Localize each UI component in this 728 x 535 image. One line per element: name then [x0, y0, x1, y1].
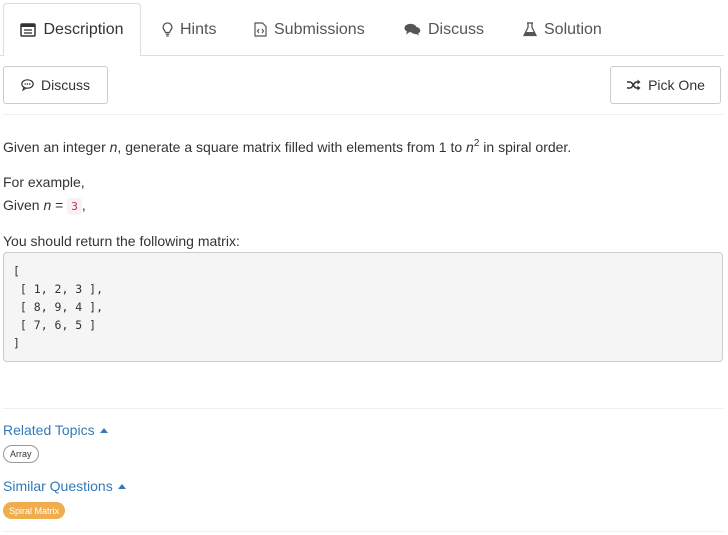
code-file-icon: [254, 22, 267, 37]
pick-one-label: Pick One: [648, 77, 705, 93]
pick-one-button[interactable]: Pick One: [610, 66, 721, 104]
divider: [3, 114, 723, 115]
lightbulb-icon: [162, 22, 173, 37]
discuss-button[interactable]: Discuss: [3, 66, 108, 104]
tab-description[interactable]: Description: [3, 3, 141, 57]
related-topics-toggle[interactable]: Related Topics: [3, 422, 108, 438]
tab-label: Discuss: [428, 20, 485, 38]
caret-up-icon: [117, 483, 126, 489]
caret-up-icon: [99, 427, 108, 433]
similar-questions-toggle[interactable]: Similar Questions: [3, 478, 126, 494]
similar-question-tag[interactable]: Spiral Matrix: [3, 502, 66, 519]
comments-icon: [404, 23, 421, 36]
tab-label: Submissions: [274, 20, 365, 38]
problem-tabs: Description Hints Submissions Discuss So…: [0, 0, 724, 57]
document-icon: [20, 23, 37, 37]
problem-statement: Given an integer n, generate a square ma…: [3, 138, 572, 156]
tab-solution[interactable]: Solution: [523, 3, 602, 56]
example-label: For example,: [3, 174, 85, 190]
tab-label: Hints: [180, 20, 217, 38]
tab-hints[interactable]: Hints: [162, 3, 216, 56]
example-output-label: You should return the following matrix:: [3, 233, 240, 249]
topic-tag-array[interactable]: Array: [3, 445, 39, 463]
tab-label: Solution: [544, 20, 602, 38]
inline-code: 3: [67, 198, 82, 215]
tab-label: Description: [43, 21, 124, 38]
divider: [3, 408, 723, 409]
shuffle-icon: [626, 79, 641, 91]
flask-icon: [523, 22, 537, 37]
discuss-button-label: Discuss: [40, 77, 90, 93]
tab-submissions[interactable]: Submissions: [254, 3, 365, 56]
divider: [3, 531, 723, 532]
comment-icon: [21, 79, 34, 91]
example-output-code: [ [ 1, 2, 3 ], [ 8, 9, 4 ], [ 7, 6, 5 ] …: [3, 252, 723, 362]
example-input: Given n = 3,: [3, 197, 86, 215]
tab-discuss[interactable]: Discuss: [404, 3, 484, 56]
